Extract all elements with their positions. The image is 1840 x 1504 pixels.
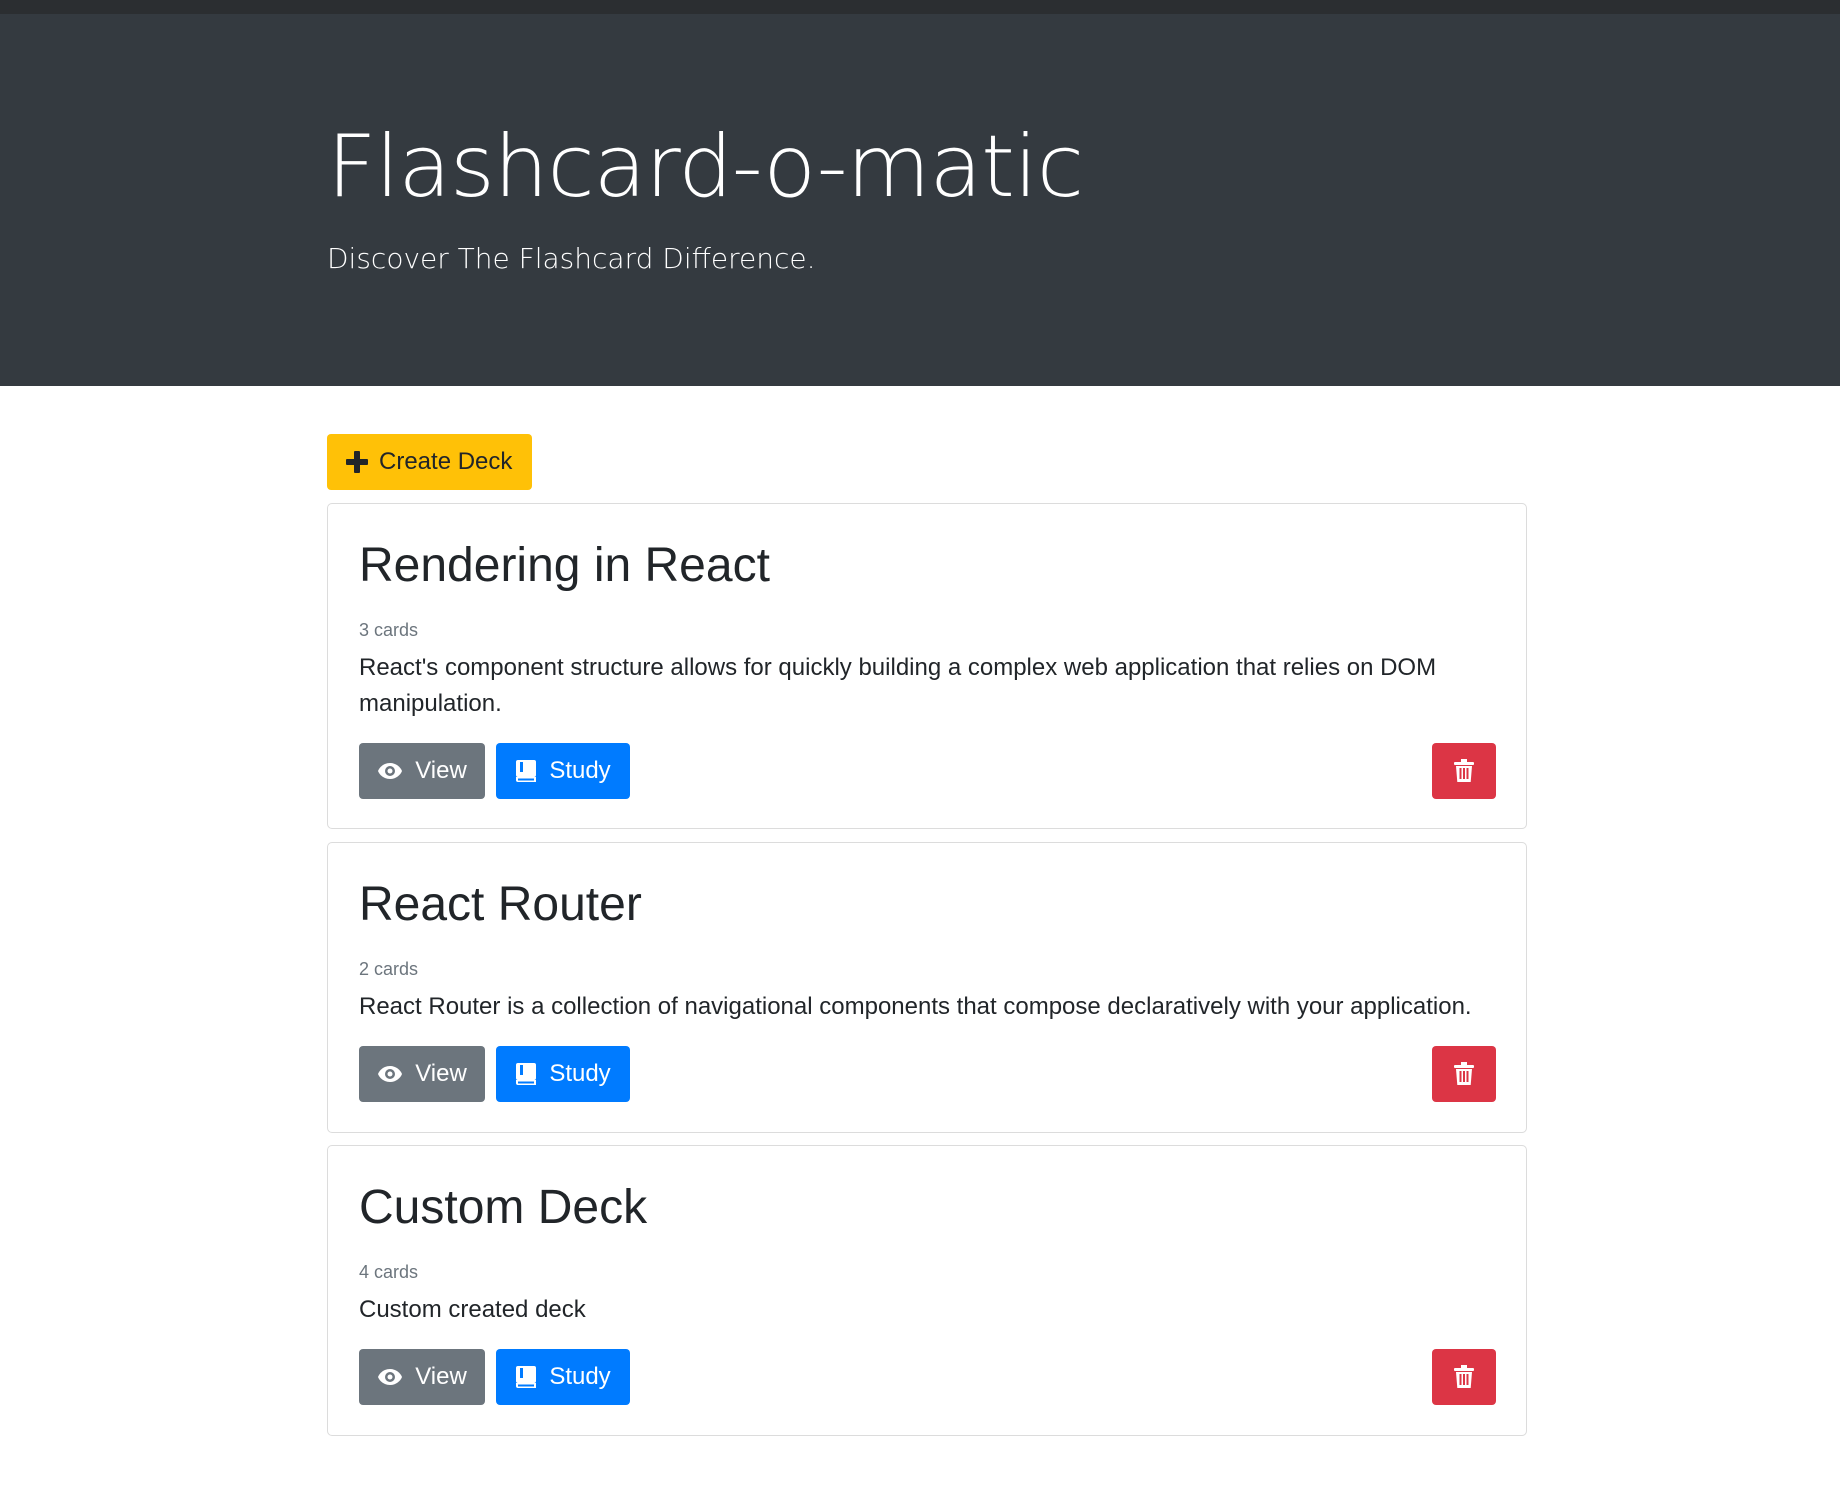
app-title: Flashcard-o-matic [327, 117, 1084, 217]
book-icon [516, 1366, 537, 1388]
view-label: View [415, 757, 467, 784]
study-deck-button[interactable]: Study [496, 1349, 630, 1405]
view-label: View [415, 1060, 467, 1087]
browser-top-strip [0, 0, 1840, 15]
study-deck-button[interactable]: Study [496, 743, 630, 799]
app-subtitle: Discover The Flashcard Difference. [327, 242, 816, 275]
view-deck-button[interactable]: View [359, 743, 485, 799]
delete-deck-button[interactable] [1432, 743, 1496, 799]
view-label: View [415, 1363, 467, 1390]
deck-card: Rendering in React 3 cards React's compo… [327, 503, 1527, 829]
deck-title: Custom Deck [359, 1181, 648, 1234]
eye-icon [378, 1369, 403, 1385]
plus-icon [346, 451, 368, 473]
create-deck-label: Create Deck [379, 448, 513, 475]
deck-title: React Router [359, 878, 642, 931]
deck-card: React Router 2 cards React Router is a c… [327, 842, 1527, 1133]
deck-card: Custom Deck 4 cards Custom created deck … [327, 1145, 1527, 1436]
book-icon [516, 760, 537, 782]
study-label: Study [549, 757, 611, 784]
eye-icon [378, 1066, 403, 1082]
book-icon [516, 1063, 537, 1085]
deck-card-count: 2 cards [359, 959, 419, 979]
deck-description: Custom created deck [359, 1296, 586, 1323]
deck-title: Rendering in React [359, 539, 770, 592]
view-deck-button[interactable]: View [359, 1349, 485, 1405]
deck-description: React Router is a collection of navigati… [359, 993, 1472, 1020]
deck-card-count: 3 cards [359, 620, 419, 640]
trash-icon [1454, 1062, 1474, 1085]
study-label: Study [549, 1060, 611, 1087]
eye-icon [378, 763, 403, 779]
deck-description: React's component structure allows for q… [359, 654, 1437, 717]
view-deck-button[interactable]: View [359, 1046, 485, 1102]
trash-icon [1454, 1365, 1474, 1388]
delete-deck-button[interactable] [1432, 1046, 1496, 1102]
trash-icon [1454, 759, 1474, 782]
study-deck-button[interactable]: Study [496, 1046, 630, 1102]
deck-card-count: 4 cards [359, 1262, 419, 1282]
delete-deck-button[interactable] [1432, 1349, 1496, 1405]
study-label: Study [549, 1363, 611, 1390]
create-deck-button[interactable]: Create Deck [327, 434, 533, 490]
page-header: Flashcard-o-matic Discover The Flashcard… [0, 14, 1840, 386]
